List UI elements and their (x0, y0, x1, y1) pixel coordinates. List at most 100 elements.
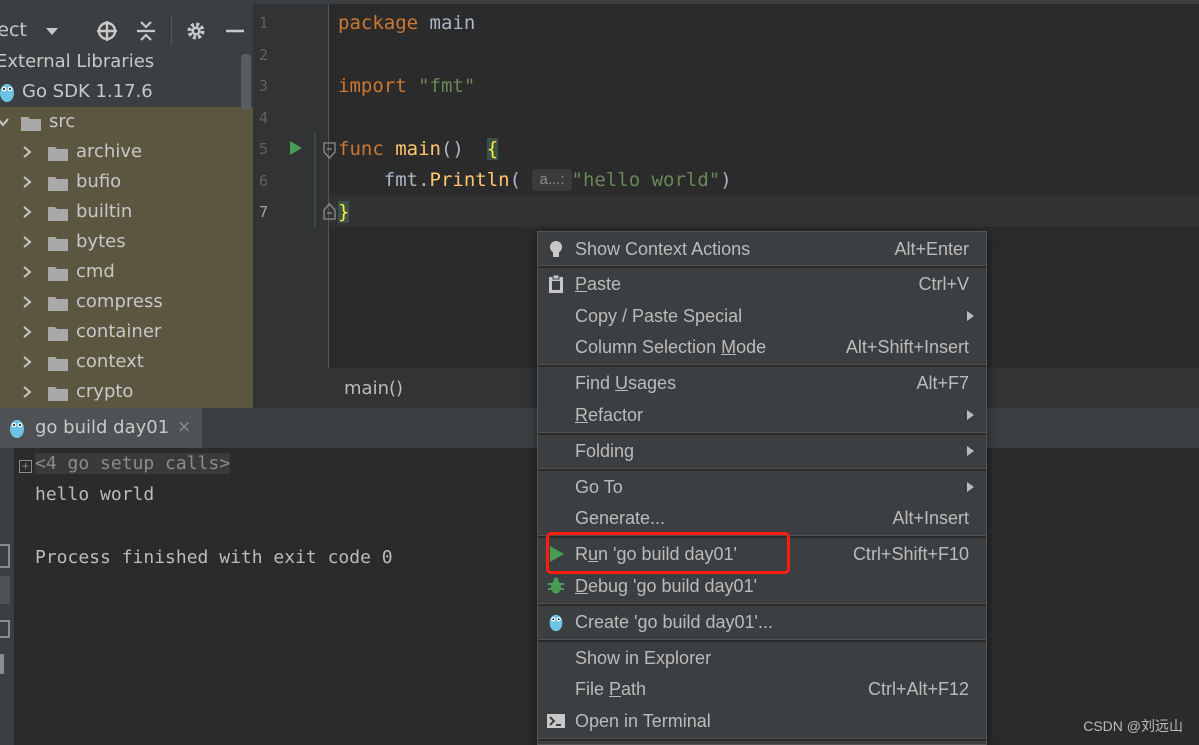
menu-item-column-selection-mode[interactable]: Column Selection Mode Alt+Shift+Insert (538, 332, 986, 362)
project-scrollbar[interactable] (241, 54, 251, 110)
menu-separator (538, 265, 986, 268)
menu-mnemonic: U (615, 373, 629, 393)
folder-icon (48, 387, 68, 401)
menu-item-folding[interactable]: Folding (538, 436, 986, 466)
console-line: Process finished with exit code 0 (35, 547, 393, 568)
soft-wrap-icon[interactable] (0, 576, 10, 604)
dropdown-arrow-icon[interactable] (40, 19, 64, 43)
tree-item-label: bufio (76, 171, 122, 192)
code-punctuation: () (440, 138, 487, 160)
menu-shortcut: Ctrl+Shift+F10 (852, 544, 969, 564)
menu-shortcut: Ctrl+V (918, 274, 969, 294)
keyword-import: import (338, 75, 407, 97)
menu-label-part: Column Selection (575, 337, 722, 357)
line-number: 2 (259, 46, 269, 64)
chevron-right-icon[interactable] (20, 347, 34, 377)
breadcrumb[interactable]: main() (344, 378, 403, 399)
keyword-func: func (338, 138, 384, 160)
terminal-icon (547, 714, 565, 728)
function-name: main (383, 138, 441, 160)
menu-item-show-context-actions[interactable]: Show Context Actions Alt+Enter (538, 234, 986, 264)
chevron-right-icon[interactable] (20, 167, 34, 197)
menu-shortcut: Alt+Shift+Insert (845, 337, 969, 357)
folder-icon (48, 297, 68, 311)
tree-item-label: src (49, 111, 76, 132)
menu-item-debug[interactable]: Debug 'go build day01' (538, 571, 986, 601)
expand-fold-icon[interactable]: + (19, 460, 32, 473)
menu-item-find-usages[interactable]: Find Usages Alt+F7 (538, 368, 986, 398)
tree-item-label: container (76, 321, 162, 342)
chevron-right-icon[interactable] (20, 197, 34, 227)
line-number: 3 (259, 77, 269, 95)
chevron-right-icon[interactable] (20, 137, 34, 167)
close-icon[interactable]: × (177, 417, 191, 437)
menu-item-paste[interactable]: Paste Ctrl+V (538, 269, 986, 299)
menu-item-copy-paste-special[interactable]: Copy / Paste Special (538, 301, 986, 331)
minimize-icon[interactable] (223, 19, 247, 43)
menu-label: Copy / Paste Special (575, 306, 743, 326)
menu-item-open-in-terminal[interactable]: Open in Terminal (538, 706, 986, 736)
menu-label-part: sages (628, 373, 677, 393)
code-line-1: package main (338, 8, 475, 38)
menu-label-part: ath (621, 679, 647, 699)
gutter-separator (328, 4, 329, 368)
line-number: 7 (259, 203, 269, 221)
menu-separator (538, 468, 986, 471)
fold-end-marker-icon[interactable] (323, 202, 336, 220)
folder-icon (48, 237, 68, 251)
menu-item-show-in-explorer[interactable]: Show in Explorer (538, 643, 986, 673)
line-number: 5 (259, 140, 269, 158)
pin-icon[interactable] (0, 620, 10, 638)
chevron-down-icon[interactable] (0, 107, 10, 137)
toolbar-divider (171, 15, 172, 45)
gear-icon[interactable] (184, 19, 208, 43)
collapse-all-icon[interactable] (134, 19, 158, 43)
chevron-right-icon[interactable] (20, 317, 34, 347)
console-line: hello world (35, 484, 155, 505)
menu-separator (538, 432, 986, 435)
menu-label-part: efactor (588, 405, 644, 425)
open-brace: { (486, 138, 499, 160)
menu-label-part: aste (587, 274, 622, 294)
chevron-right-icon[interactable] (20, 227, 34, 257)
menu-label: Show in Explorer (575, 648, 712, 668)
locate-crosshair-icon[interactable] (95, 19, 119, 43)
collapsed-setup-calls[interactable]: <4 go setup calls> (35, 453, 231, 474)
menu-shortcut: Ctrl+Alt+F12 (867, 679, 969, 699)
editor-top-border (253, 0, 1199, 4)
tree-item-label: bytes (76, 231, 126, 252)
run-tab-label: go build day01 (35, 417, 170, 438)
package-ref: fmt. (338, 169, 430, 191)
menu-label: Find Usages (575, 368, 676, 398)
print-icon[interactable] (0, 654, 4, 674)
run-gutter-icon[interactable] (289, 140, 303, 156)
menu-item-refactor[interactable]: Refactor (538, 400, 986, 430)
run-tab[interactable]: go build day01 × (0, 408, 202, 448)
chevron-right-icon[interactable] (20, 257, 34, 287)
run-side-toolbar (0, 448, 14, 745)
menu-separator (538, 603, 986, 606)
project-title[interactable]: ject (0, 19, 27, 41)
rerun-icon[interactable] (0, 544, 10, 568)
menu-label: Debug 'go build day01' (575, 571, 757, 601)
menu-item-file-path[interactable]: File Path Ctrl+Alt+F12 (538, 674, 986, 704)
menu-item-generate[interactable]: Generate... Alt+Insert (538, 503, 986, 533)
function-call: Println (429, 169, 510, 191)
code-line-3: import "fmt" (338, 71, 475, 101)
chevron-right-icon[interactable] (20, 287, 34, 317)
tree-item-external-libraries[interactable]: External Libraries (0, 47, 154, 77)
menu-label-part: ebug 'go build day01' (588, 576, 758, 596)
parameter-hint: a...: (532, 169, 572, 191)
submenu-arrow-icon (967, 446, 974, 456)
tree-item-label: cmd (76, 261, 115, 282)
chevron-right-icon[interactable] (20, 377, 34, 407)
menu-item-go-to[interactable]: Go To (538, 472, 986, 502)
fold-marker-icon[interactable] (323, 142, 336, 160)
tree-item-label: context (76, 351, 144, 372)
editor-context-menu: Show Context Actions Alt+Enter Paste Ctr… (537, 231, 987, 745)
keyword-package: package (338, 12, 419, 34)
menu-mnemonic: P (609, 679, 622, 699)
menu-item-create-config[interactable]: Create 'go build day01'... (538, 607, 986, 637)
menu-label: Column Selection Mode (575, 332, 766, 362)
folder-icon (48, 267, 68, 281)
